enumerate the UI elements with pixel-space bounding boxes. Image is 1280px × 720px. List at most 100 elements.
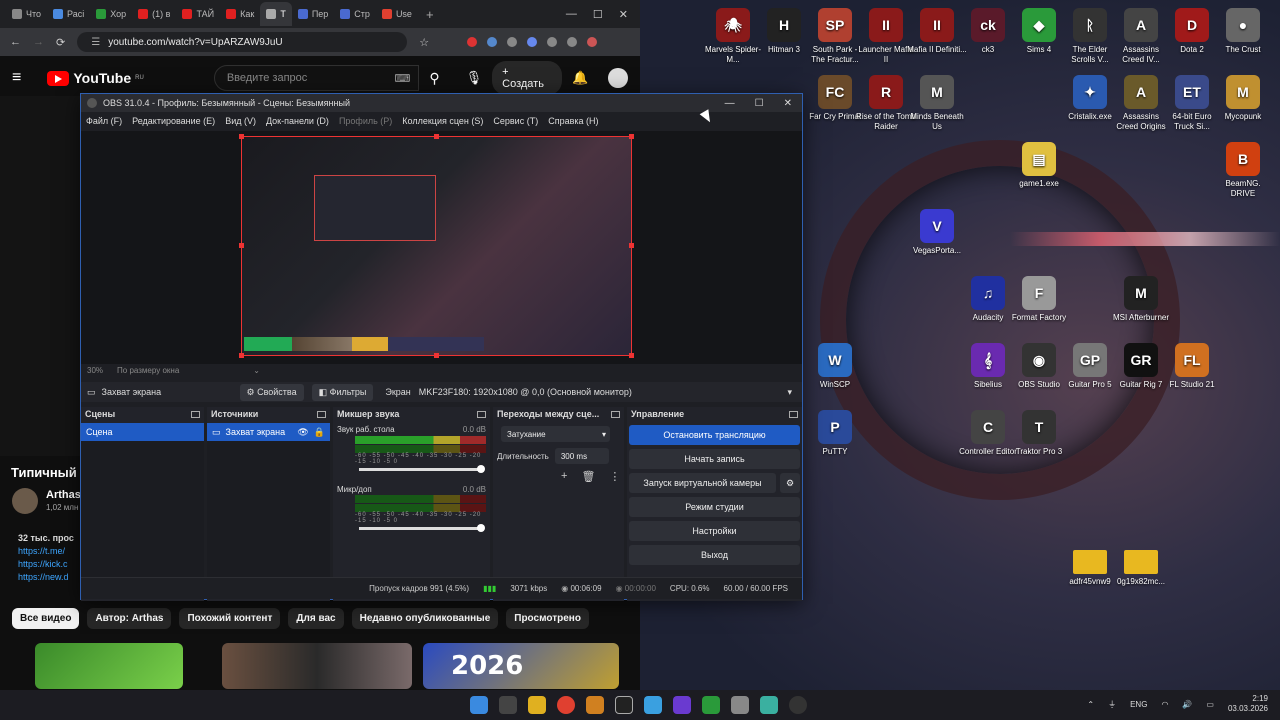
duration-input[interactable]: 300 ms xyxy=(554,448,609,464)
notifications-bell-icon[interactable]: 🔔 xyxy=(572,70,588,86)
account-avatar[interactable] xyxy=(608,68,628,88)
desktop-shortcut[interactable]: B BeamNG. DRIVE xyxy=(1213,142,1273,199)
browser-tab[interactable]: Что xyxy=(6,2,47,26)
video-thumbnail[interactable] xyxy=(35,643,183,689)
desktop-shortcut[interactable]: ▤ game1.exe xyxy=(1009,142,1069,189)
desktop-shortcut[interactable]: M MSI Afterburner xyxy=(1111,276,1171,323)
app-icon[interactable] xyxy=(702,696,720,714)
resize-handle[interactable] xyxy=(434,353,439,358)
minimize-icon[interactable]: — xyxy=(725,98,735,109)
scene-item[interactable]: Сцена xyxy=(81,423,204,441)
browser-tab[interactable]: (1) в xyxy=(132,2,176,26)
description-link[interactable]: https://new.d xyxy=(18,571,74,584)
source-item[interactable]: ▭ Захват экрана 👁 🔒 xyxy=(207,423,330,441)
browser-tab[interactable]: ТАЙ xyxy=(176,2,220,26)
close-icon[interactable]: ✕ xyxy=(619,8,628,21)
add-icon[interactable]: + xyxy=(561,470,567,483)
virtual-camera-button[interactable]: Запуск виртуальной камеры xyxy=(629,473,776,493)
properties-button[interactable]: ⚙ Свойства xyxy=(239,383,304,401)
clock[interactable]: 2:19 03.03.2026 xyxy=(1228,694,1268,714)
description-link[interactable]: https://t.me/ xyxy=(18,545,74,558)
filter-chip[interactable]: Просмотрено xyxy=(506,608,589,629)
extension-icon[interactable] xyxy=(507,37,518,47)
terminal-icon[interactable] xyxy=(615,696,633,714)
obs-preview[interactable] xyxy=(81,131,802,364)
resize-handle[interactable] xyxy=(239,243,244,248)
studio-mode-button[interactable]: Режим студии xyxy=(629,497,800,517)
gear-icon[interactable]: ⚙ xyxy=(780,473,800,493)
dock-undock-icon[interactable] xyxy=(789,410,798,418)
filter-chip[interactable]: Автор: Arthas xyxy=(87,608,172,629)
youtube-search-input[interactable]: Введите запрос ⌨ xyxy=(213,65,420,91)
menu-item[interactable]: Профиль (P) xyxy=(339,116,392,126)
chevron-down-icon[interactable]: ▾ xyxy=(787,387,792,398)
desktop-shortcut[interactable]: T Traktor Pro 3 xyxy=(1009,410,1069,457)
browser-tab[interactable]: Хор xyxy=(90,2,132,26)
chevron-down-icon[interactable]: ⌄ xyxy=(253,366,260,375)
forward-icon[interactable]: → xyxy=(33,36,44,48)
browser-tab[interactable]: Стр xyxy=(334,2,376,26)
description-link[interactable]: https://kick.c xyxy=(18,558,74,571)
app-icon[interactable] xyxy=(673,696,691,714)
extension-icon[interactable] xyxy=(467,37,478,47)
menu-item[interactable]: Файл (F) xyxy=(86,116,122,126)
zoom-mode[interactable]: По размеру окна xyxy=(117,366,179,375)
menu-item[interactable]: Вид (V) xyxy=(225,116,256,126)
bookmark-star-icon[interactable]: ☆ xyxy=(419,36,429,49)
desktop-shortcut[interactable]: M Mycopunk xyxy=(1213,75,1273,122)
extension-icon[interactable] xyxy=(487,37,498,47)
desktop-shortcut[interactable]: W WinSCP xyxy=(805,343,865,390)
chrome-icon[interactable] xyxy=(557,696,575,714)
video-thumbnail[interactable]: 2026 xyxy=(423,643,619,689)
preview-canvas[interactable] xyxy=(241,136,632,356)
desktop-shortcut[interactable]: FL FL Studio 21 xyxy=(1162,343,1222,390)
exit-button[interactable]: Выход xyxy=(629,545,800,565)
start-recording-button[interactable]: Начать запись xyxy=(629,449,800,469)
app-icon[interactable] xyxy=(760,696,778,714)
browser-tab[interactable]: Т xyxy=(260,2,292,26)
url-field[interactable]: ☰ youtube.com/watch?v=UpARZAW9JuU xyxy=(77,32,408,52)
video-player-left-edge[interactable] xyxy=(0,96,80,456)
close-icon[interactable]: ✕ xyxy=(784,98,792,109)
create-button[interactable]: + Создать xyxy=(492,61,563,95)
resize-handle[interactable] xyxy=(239,353,244,358)
channel-avatar[interactable] xyxy=(12,488,38,514)
desktop-shortcut[interactable]: M Minds Beneath Us xyxy=(907,75,967,132)
extension-icon[interactable] xyxy=(527,37,538,47)
screen-select[interactable]: MKF23F180: 1920x1080 @ 0,0 (Основной мон… xyxy=(419,387,788,397)
desktop-shortcut[interactable]: 0g19x82mc... xyxy=(1111,544,1171,587)
dock-undock-icon[interactable] xyxy=(191,410,200,418)
hamburger-menu-icon[interactable]: ≡ xyxy=(12,69,21,87)
menu-item[interactable]: Док-панели (D) xyxy=(266,116,329,126)
resize-handle[interactable] xyxy=(239,134,244,139)
maximize-icon[interactable]: ☐ xyxy=(593,8,603,21)
menu-item[interactable]: Сервис (T) xyxy=(493,116,538,126)
volume-slider[interactable] xyxy=(359,524,485,532)
lock-icon[interactable]: 🔒 xyxy=(314,427,325,438)
battery-icon[interactable]: ▭ xyxy=(1206,700,1214,709)
new-tab-button[interactable]: + xyxy=(426,7,434,22)
desktop-shortcut[interactable]: P PuTTY xyxy=(805,410,865,457)
volume-slider[interactable] xyxy=(359,465,485,473)
menu-item[interactable]: Справка (H) xyxy=(548,116,598,126)
volume-icon[interactable]: 🔊 xyxy=(1182,700,1192,709)
search-icon[interactable] xyxy=(499,696,517,714)
browser-tab[interactable]: Как xyxy=(220,2,260,26)
more-icon[interactable]: ⋮ xyxy=(609,470,620,483)
resize-handle[interactable] xyxy=(629,353,634,358)
language-indicator[interactable]: ENG xyxy=(1130,700,1147,709)
extension-icon[interactable] xyxy=(567,37,578,47)
trash-icon[interactable]: 🗑 xyxy=(581,470,595,483)
chevron-up-icon[interactable]: ⌃ xyxy=(1087,700,1094,709)
resize-handle[interactable] xyxy=(434,134,439,139)
profile-avatar-icon[interactable] xyxy=(587,37,598,47)
transition-select[interactable]: Затухание ▾ xyxy=(501,426,610,442)
desktop-shortcut[interactable]: V VegasPorta... xyxy=(907,209,967,256)
youtube-logo[interactable]: YouTube RU xyxy=(47,70,144,86)
site-info-icon[interactable]: ☰ xyxy=(91,37,100,48)
maximize-icon[interactable]: ☐ xyxy=(755,98,764,109)
filter-chip[interactable]: Похожий контент xyxy=(179,608,281,629)
filter-chip[interactable]: Недавно опубликованные xyxy=(351,608,499,629)
obs-titlebar[interactable]: OBS 31.0.4 - Профиль: Безымянный - Сцены… xyxy=(81,94,802,112)
browser-tab[interactable]: Расі xyxy=(47,2,90,26)
